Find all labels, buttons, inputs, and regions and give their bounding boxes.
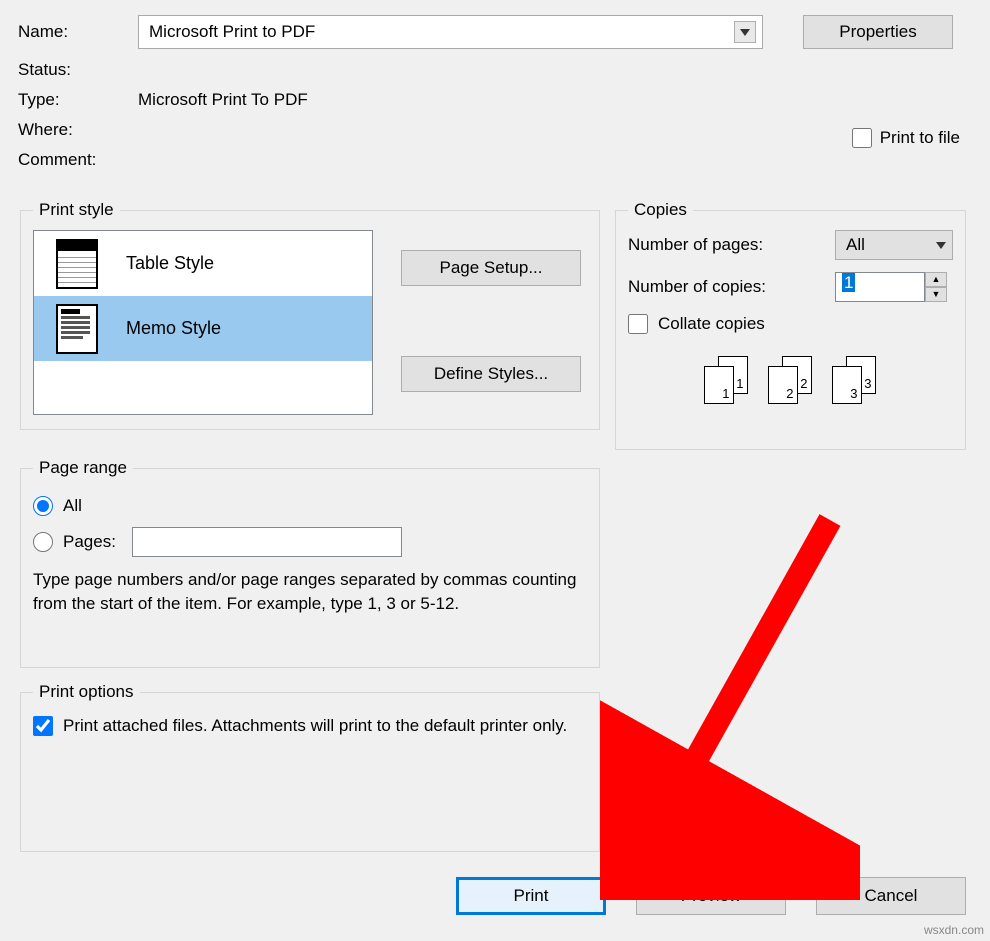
page-range-legend: Page range [33, 458, 133, 478]
collate-preview: 11 22 33 [628, 356, 953, 406]
watermark: wsxdn.com [924, 923, 984, 937]
print-attached-label: Print attached files. Attachments will p… [63, 716, 567, 736]
page-setup-button[interactable]: Page Setup... [401, 250, 581, 286]
copies-group: Copies Number of pages: All Number of co… [615, 200, 966, 450]
num-copies-label: Number of copies: [628, 277, 823, 297]
style-item-table[interactable]: Table Style [34, 231, 372, 296]
num-pages-label: Number of pages: [628, 235, 823, 255]
num-pages-value: All [846, 235, 865, 255]
page-range-all-radio[interactable] [33, 496, 53, 516]
annotation-arrow [600, 500, 860, 900]
printer-name-value: Microsoft Print to PDF [149, 22, 315, 42]
cancel-button[interactable]: Cancel [816, 877, 966, 915]
printer-name-select[interactable]: Microsoft Print to PDF [138, 15, 763, 49]
preview-button[interactable]: Preview [636, 877, 786, 915]
type-label: Type: [18, 90, 138, 110]
page-range-group: Page range All Pages: Type page numbers … [20, 458, 600, 668]
collate-label: Collate copies [658, 314, 765, 334]
print-style-group: Print style Table Style Memo Style [20, 200, 600, 430]
copies-spin-down[interactable]: ▼ [925, 287, 947, 302]
copies-legend: Copies [628, 200, 693, 220]
where-label: Where: [18, 120, 138, 140]
name-label: Name: [18, 22, 138, 42]
define-styles-button[interactable]: Define Styles... [401, 356, 581, 392]
print-options-legend: Print options [33, 682, 140, 702]
num-pages-select[interactable]: All [835, 230, 953, 260]
style-item-memo[interactable]: Memo Style [34, 296, 372, 361]
page-range-pages-radio[interactable] [33, 532, 53, 552]
page-range-all-label: All [63, 496, 82, 516]
style-label-memo: Memo Style [126, 318, 221, 339]
collate-checkbox[interactable] [628, 314, 648, 334]
chevron-down-icon[interactable] [936, 242, 946, 249]
page-range-hint: Type page numbers and/or page ranges sep… [33, 568, 587, 616]
num-copies-input[interactable]: 1 [835, 272, 925, 302]
print-style-legend: Print style [33, 200, 120, 220]
print-dialog: Name: Microsoft Print to PDF Properties … [0, 0, 990, 190]
memo-style-icon [56, 304, 98, 354]
copies-spin-up[interactable]: ▲ [925, 272, 947, 287]
print-to-file-checkbox[interactable] [852, 128, 872, 148]
pages-input[interactable] [132, 527, 402, 557]
comment-label: Comment: [18, 150, 138, 170]
page-range-pages-label: Pages: [63, 532, 116, 552]
print-button[interactable]: Print [456, 877, 606, 915]
style-label-table: Table Style [126, 253, 214, 274]
chevron-down-icon[interactable] [734, 21, 756, 43]
status-label: Status: [18, 60, 138, 80]
properties-button[interactable]: Properties [803, 15, 953, 49]
print-attached-checkbox[interactable] [33, 716, 53, 736]
print-options-group: Print options Print attached files. Atta… [20, 682, 600, 852]
table-style-icon [56, 239, 98, 289]
print-style-list[interactable]: Table Style Memo Style [33, 230, 373, 415]
type-value: Microsoft Print To PDF [138, 90, 308, 110]
print-to-file-label: Print to file [880, 128, 960, 148]
